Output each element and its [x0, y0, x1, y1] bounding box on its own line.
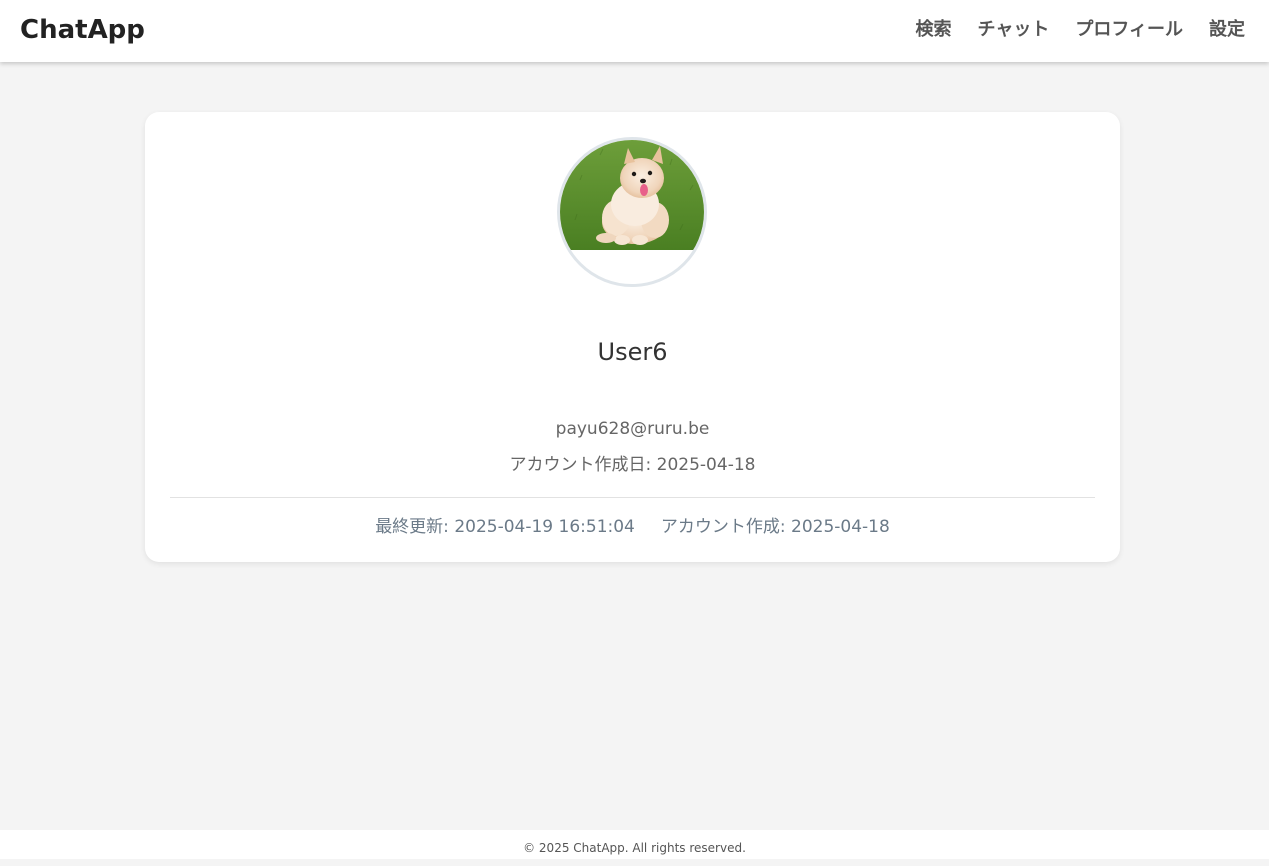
nav-item-profile[interactable]: プロフィール — [1075, 17, 1183, 43]
account-created-text: アカウント作成: 2025-04-18 — [660, 517, 890, 537]
nav-item-settings[interactable]: 設定 — [1209, 17, 1245, 43]
brand-logo[interactable]: ChatApp — [20, 14, 145, 46]
profile-email: payu628@ruru.be — [555, 419, 710, 439]
avatar — [557, 137, 707, 287]
nav-item-chat[interactable]: チャット — [978, 17, 1050, 43]
profile-username: User6 — [597, 338, 668, 366]
dog-photo-image — [560, 140, 704, 250]
nav-item-search[interactable]: 検索 — [916, 17, 952, 43]
profile-meta-row: 最終更新: 2025-04-19 16:51:04 アカウント作成: 2025-… — [145, 515, 1120, 539]
top-navbar: ChatApp 検索 チャット プロフィール 設定 — [0, 0, 1269, 62]
last-updated-text: 最終更新: 2025-04-19 16:51:04 — [375, 517, 635, 537]
footer-copyright: © 2025 ChatApp. All rights reserved. — [523, 841, 746, 855]
profile-card: User6 payu628@ruru.be アカウント作成日: 2025-04-… — [145, 112, 1120, 562]
footer: © 2025 ChatApp. All rights reserved. — [0, 830, 1269, 859]
divider — [170, 497, 1095, 498]
profile-created-date: アカウント作成日: 2025-04-18 — [509, 455, 756, 475]
nav-links: 検索 チャット プロフィール 設定 — [916, 17, 1245, 43]
